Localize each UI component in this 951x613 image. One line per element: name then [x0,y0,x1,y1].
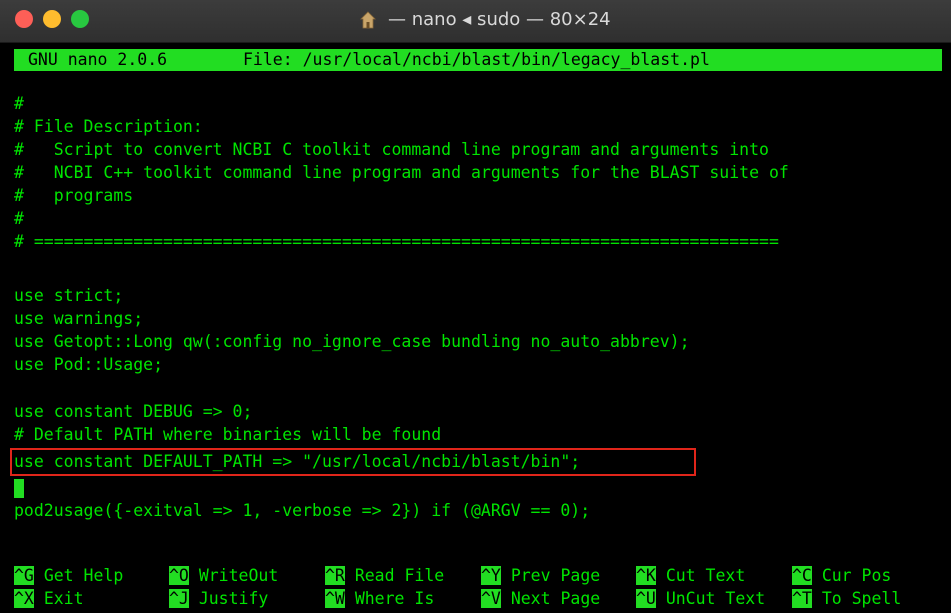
shortcut-next-page[interactable]: ^V Next Page [481,588,600,610]
buffer-line: use warnings; [14,309,144,328]
buffer-line: # [14,94,24,113]
minimize-icon[interactable] [43,10,61,28]
shortcut-to-spell[interactable]: ^T To Spell [792,588,901,610]
shortcut-label: UnCut Text [665,589,766,608]
buffer-line: use strict; [14,286,124,305]
title-bar[interactable]: — nano ◂ sudo — 80×24 [0,0,951,43]
shortcut-label: Cut Text [665,566,746,585]
buffer-line: # [14,209,24,228]
buffer-line: # programs [14,186,134,205]
nano-file-name: File: /usr/local/ncbi/blast/bin/legacy_b… [243,50,710,69]
shortcut-key: ^K [636,566,656,585]
buffer-line: pod2usage({-exitval => 1, -verbose => 2}… [14,501,591,520]
highlight-box [10,448,696,476]
buffer-line: # ======================================… [14,232,779,251]
terminal-window: — nano ◂ sudo — 80×24 GNU nano 2.0.6 Fil… [0,0,951,613]
shortcut-label: Next Page [510,589,601,608]
shortcut-key: ^W [325,589,345,608]
shortcut-key: ^Y [481,566,501,585]
shortcut-read-file[interactable]: ^R Read File [325,565,444,587]
shortcut-key: ^X [14,589,34,608]
shortcut-label: Exit [43,589,84,608]
nano-version: GNU nano 2.0.6 [28,50,168,69]
shortcut-key: ^J [169,589,189,608]
shortcut-key: ^U [636,589,656,608]
buffer-line: # NCBI C++ toolkit command line program … [14,163,789,182]
shortcut-key: ^C [792,566,812,585]
shortcut-key: ^R [325,566,345,585]
window-title: — nano ◂ sudo — 80×24 [388,9,611,30]
shortcut-label: To Spell [821,589,902,608]
terminal-content[interactable]: GNU nano 2.0.6 File: /usr/local/ncbi/bla… [0,43,951,613]
shortcut-where-is[interactable]: ^W Where Is [325,588,434,610]
shortcut-key: ^T [792,589,812,608]
text-cursor [14,479,24,498]
buffer-line: use Getopt::Long qw(:config no_ignore_ca… [14,332,690,351]
shortcut-label: Where Is [354,589,435,608]
buffer-line: use Pod::Usage; [14,355,164,374]
shortcut-prev-page[interactable]: ^Y Prev Page [481,565,600,587]
shortcut-justify[interactable]: ^J Justify [169,588,268,610]
nano-header: GNU nano 2.0.6 File: /usr/local/ncbi/bla… [14,49,942,71]
shortcut-cut-text[interactable]: ^K Cut Text [636,565,745,587]
home-icon [360,11,376,29]
zoom-icon[interactable] [71,10,89,28]
shortcut-exit[interactable]: ^X Exit [14,588,84,610]
shortcut-label: Prev Page [510,566,601,585]
shortcut-key: ^G [14,566,34,585]
shortcut-label: Read File [354,566,445,585]
shortcut-label: WriteOut [198,566,279,585]
close-icon[interactable] [15,10,33,28]
shortcut-label: Cur Pos [821,566,892,585]
buffer-line: # Default PATH where binaries will be fo… [14,425,442,444]
shortcut-key: ^O [169,566,189,585]
buffer-line: # File Description: [14,117,203,136]
shortcut-label: Get Help [43,566,124,585]
shortcut-label: Justify [198,589,269,608]
shortcut-writeout[interactable]: ^O WriteOut [169,565,278,587]
shortcut-uncut-text[interactable]: ^U UnCut Text [636,588,765,610]
shortcut-key: ^V [481,589,501,608]
shortcut-cur-pos[interactable]: ^C Cur Pos [792,565,891,587]
buffer-line: use constant DEBUG => 0; [14,402,253,421]
buffer-line: # Script to convert NCBI C toolkit comma… [14,140,769,159]
shortcut-get-help[interactable]: ^G Get Help [14,565,123,587]
